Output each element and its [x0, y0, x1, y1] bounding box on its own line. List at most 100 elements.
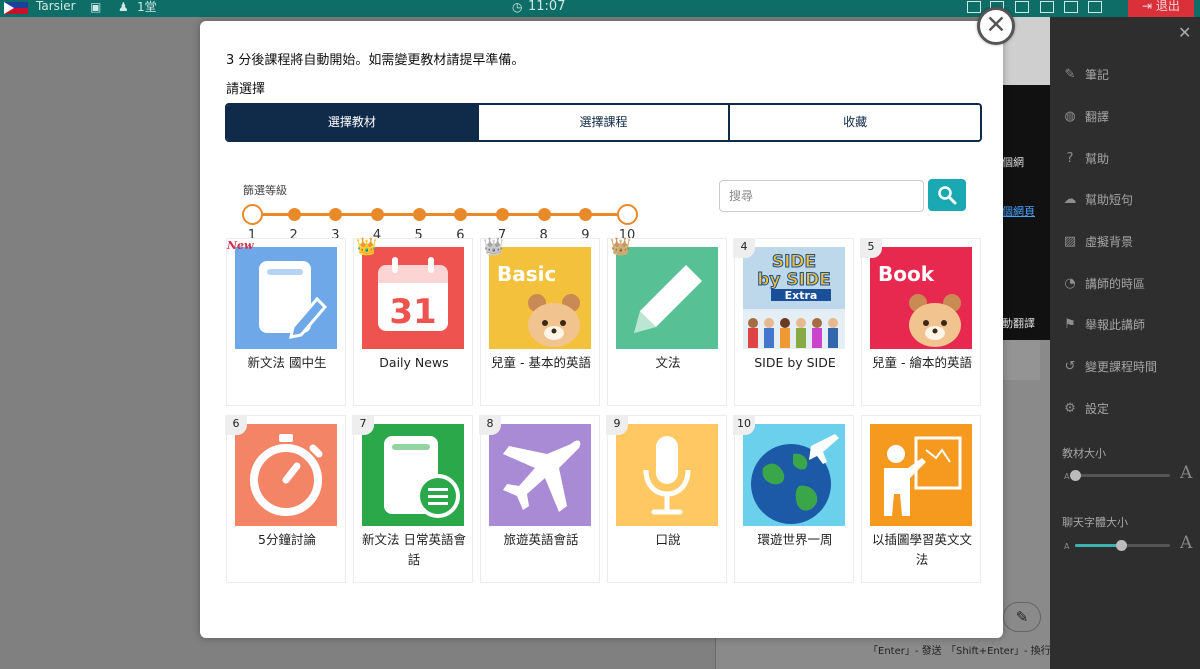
search-input[interactable]: [719, 180, 924, 212]
level-tick: [287, 208, 301, 221]
material-thumbnail: Book: [870, 247, 972, 349]
sidebar-item-settings[interactable]: ⚙ 設定: [1062, 401, 1109, 417]
chat-message-box: [1000, 340, 1040, 380]
material-thumbnail: 31: [362, 247, 464, 349]
bg-link[interactable]: 個網頁: [1002, 203, 1035, 219]
material-title: 旅遊英語會話: [503, 532, 579, 547]
select-heading: 請選擇: [226, 82, 266, 97]
modal-close-button[interactable]: ✕: [977, 7, 1015, 45]
teacher-name: Tarsier: [36, 0, 76, 13]
level-badge: 9: [606, 415, 628, 435]
slider-knob[interactable]: [1070, 470, 1081, 481]
material-card[interactable]: 31 👑 Daily News: [353, 237, 473, 406]
tab-select-material[interactable]: 選擇教材: [227, 105, 479, 140]
material-thumbnail: [870, 424, 972, 526]
silver-crown-icon: 👑: [483, 237, 505, 257]
material-size-slider[interactable]: [1070, 470, 1170, 481]
calendar-number: 31: [389, 292, 436, 332]
large-a-icon: A: [1180, 533, 1193, 553]
sidebar-item-reschedule[interactable]: ↺ 變更課程時間: [1062, 359, 1157, 375]
slider-fill: [1075, 544, 1121, 547]
sidebar-item-label: 虛擬背景: [1085, 235, 1134, 249]
notebook-chat-icon: [384, 436, 460, 518]
layout-wide-icon[interactable]: [1088, 1, 1102, 13]
material-title: 5分鐘討論: [258, 532, 316, 547]
sidebar-close-icon[interactable]: ✕: [1178, 23, 1191, 42]
material-card[interactable]: SIDE by SIDE Extra 4 SIDE by SIDE: [733, 238, 854, 406]
material-title: 新文法 日常英語會話: [362, 532, 466, 567]
exit-label: 退出: [1155, 0, 1180, 13]
material-card[interactable]: 9 口說: [606, 415, 727, 583]
tab-favorites[interactable]: 收藏: [730, 105, 980, 140]
chat-font-size-label: 聊天字體大小: [1062, 516, 1128, 529]
material-card[interactable]: Basic 👑 兒童 - 基本的英語: [480, 237, 600, 406]
material-title: Daily News: [379, 355, 449, 370]
material-card[interactable]: 以插圖學習英文文法: [861, 415, 981, 583]
sidebar-item-report[interactable]: ⚑ 舉報此講師: [1062, 317, 1145, 333]
level-tick: [579, 208, 593, 221]
material-card[interactable]: 8 旅遊英語會話: [479, 415, 600, 583]
layout-doc-icon[interactable]: [1040, 1, 1054, 13]
material-card[interactable]: New 新文法 國中生: [226, 238, 346, 406]
book-cover-icon: SIDE by SIDE Extra: [743, 247, 845, 349]
sidebar-item-phrases[interactable]: ☁ 幫助短句: [1062, 192, 1134, 208]
pencil-icon[interactable]: ✎: [1003, 602, 1041, 632]
material-thumbnail: [616, 247, 718, 349]
svg-text:Extra: Extra: [785, 289, 818, 302]
exit-button[interactable]: ⇥ 退出: [1128, 0, 1194, 17]
bg-snippet-translate: 動翻譯: [1002, 317, 1035, 330]
material-card[interactable]: 10 環遊世界一周: [733, 415, 854, 583]
clock-icon: ◷: [512, 0, 523, 14]
clock-globe-icon: ◔: [1064, 276, 1076, 291]
edit-icon: ✎: [1064, 67, 1076, 82]
id-card-icon[interactable]: ▣: [90, 0, 101, 14]
sidebar-item-virtual-bg[interactable]: ▨ 虛擬背景: [1062, 234, 1133, 250]
svg-text:SIDE: SIDE: [772, 252, 816, 272]
slider-knob[interactable]: [1115, 540, 1127, 551]
level-range-handle[interactable]: [617, 204, 638, 225]
notebook-pen-icon: [259, 261, 328, 339]
material-thumbnail: [235, 424, 337, 526]
material-thumbnail: Basic: [489, 247, 591, 349]
layout-text-icon[interactable]: [1064, 1, 1078, 13]
large-a-icon: A: [1180, 463, 1193, 483]
sidebar-item-timezone[interactable]: ◔ 講師的時區: [1062, 276, 1145, 292]
sidebar-item-translate[interactable]: ◍ 翻譯: [1062, 109, 1109, 125]
microphone-icon: [643, 436, 691, 515]
thumb-label: Basic: [497, 262, 556, 286]
search-button[interactable]: [928, 179, 966, 211]
level-badge: 4: [733, 238, 755, 258]
level-tick: [412, 208, 426, 221]
bear-icon: Book: [878, 262, 961, 347]
level-range-track: [252, 213, 627, 216]
level-badge: 7: [352, 415, 374, 435]
material-card[interactable]: Book 5 兒童 - 繪本的英語: [860, 238, 981, 406]
level-range-handle[interactable]: [242, 204, 263, 225]
small-a-icon: A: [1064, 542, 1070, 551]
selection-tabs: 選擇教材 選擇課程 收藏: [225, 103, 982, 142]
airplane-icon: [503, 440, 581, 512]
material-thumbnail: SIDE by SIDE Extra: [743, 247, 845, 349]
level-badge: 6: [225, 415, 247, 435]
level-badge: 5: [860, 238, 882, 258]
sidebar-item-label: 幫助: [1085, 152, 1110, 166]
material-card[interactable]: 6 5分鐘討論: [225, 415, 346, 583]
stopwatch-icon: [250, 434, 323, 516]
right-sidebar: ✕ ✎ 筆記 ◍ 翻譯 ? 幫助 ☁ 幫助短句 ▨ 虛擬背景 ◔ 講師的時區 ⚑ 舉報此講師 …: [1050, 17, 1200, 669]
material-thumbnail: [362, 424, 464, 526]
material-thumbnail: [743, 424, 845, 526]
layout-single-icon[interactable]: [967, 1, 981, 13]
sidebar-item-notes[interactable]: ✎ 筆記: [1062, 67, 1109, 83]
chat-icon: ☁: [1063, 192, 1077, 207]
material-card[interactable]: 7 新文法 日常英語會話: [352, 415, 473, 583]
gear-icon: ⚙: [1064, 401, 1076, 416]
material-card[interactable]: 👑 文法: [607, 237, 727, 406]
tab-select-course[interactable]: 選擇課程: [478, 105, 731, 140]
layout-video-icon[interactable]: [1015, 1, 1029, 13]
calendar-icon: 31: [378, 257, 448, 332]
material-title: SIDE by SIDE: [754, 355, 836, 370]
level-filter-label: 篩選等級: [243, 184, 287, 197]
material-thumbnail: [616, 424, 718, 526]
chat-font-size-slider[interactable]: [1075, 540, 1170, 551]
sidebar-item-help[interactable]: ? 幫助: [1062, 151, 1109, 167]
